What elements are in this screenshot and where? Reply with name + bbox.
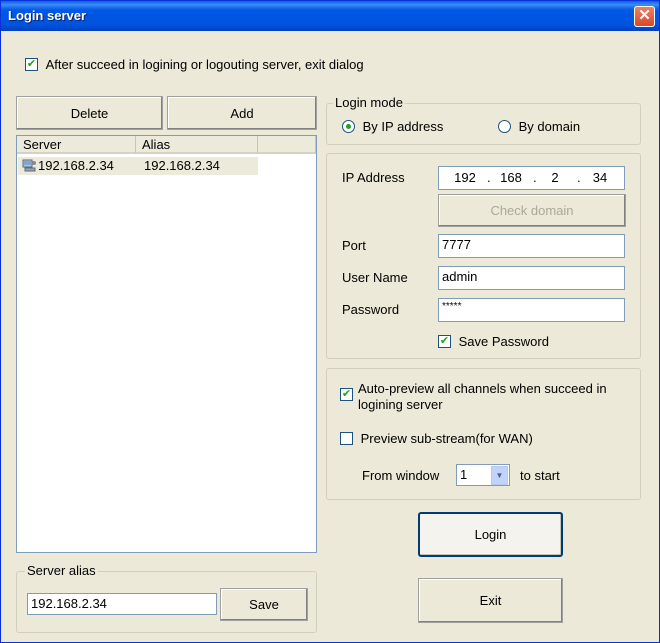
close-icon: ✕ <box>638 7 651 24</box>
port-label: Port <box>342 238 366 253</box>
save-password-check-icon: ✔ <box>438 335 451 349</box>
login-server-dialog: Login server ✕ ✔ After succeed in logini… <box>0 0 660 643</box>
from-window-value: 1 <box>460 467 468 482</box>
username-label: User Name <box>342 270 408 285</box>
to-start-label: to start <box>520 468 560 483</box>
check-domain-button[interactable]: Check domain <box>438 194 626 227</box>
close-button[interactable]: ✕ <box>634 6 655 27</box>
sub-stream-check-box <box>340 432 353 446</box>
from-window-select[interactable]: 1 ▼ <box>456 464 510 486</box>
auto-preview-label-line2: logining server <box>358 397 443 412</box>
radio-unselected-icon <box>498 120 511 134</box>
login-mode-group-label: Login mode <box>333 95 405 110</box>
exit-button[interactable]: Exit <box>418 578 563 623</box>
radio-by-ip-label: By IP address <box>362 119 444 135</box>
auto-preview-check-icon: ✔ <box>340 388 353 401</box>
chevron-down-icon[interactable]: ▼ <box>491 466 508 485</box>
radio-by-domain-label: By domain <box>518 119 581 135</box>
ip-address-field[interactable]: 192 . 168 . 2 . 34 <box>438 166 625 190</box>
table-row[interactable]: 192.168.2.34 192.168.2.34 <box>18 157 258 175</box>
auto-preview-checkbox[interactable]: ✔ Auto-preview all channels when succeed… <box>340 381 630 413</box>
ip-octet-2[interactable]: 168 <box>491 170 531 185</box>
ip-address-label: IP Address <box>342 170 405 185</box>
add-button[interactable]: Add <box>167 96 317 130</box>
column-header-empty <box>258 136 316 154</box>
password-input[interactable]: ***** <box>438 298 625 322</box>
server-alias-input[interactable]: 192.168.2.34 <box>27 593 217 615</box>
title-bar[interactable]: Login server ✕ <box>1 1 659 31</box>
server-alias-group-label: Server alias <box>25 563 98 578</box>
save-password-checkbox[interactable]: ✔ Save Password <box>438 333 549 349</box>
save-alias-button[interactable]: Save <box>220 588 308 621</box>
exit-dialog-checkbox[interactable]: ✔ After succeed in logining or logouting… <box>25 56 364 72</box>
ip-octet-4[interactable]: 34 <box>580 170 620 185</box>
alias-cell: 192.168.2.34 <box>144 158 220 173</box>
radio-selected-icon <box>342 120 355 134</box>
radio-by-domain[interactable]: By domain <box>498 118 580 134</box>
radio-by-ip[interactable]: By IP address <box>342 118 443 134</box>
save-password-label: Save Password <box>458 334 549 350</box>
username-input[interactable]: admin <box>438 266 625 290</box>
sub-stream-checkbox[interactable]: Preview sub-stream(for WAN) <box>340 430 533 446</box>
exit-dialog-check-icon: ✔ <box>25 58 38 72</box>
server-icon <box>21 157 37 178</box>
ip-octet-3[interactable]: 2 <box>535 170 575 185</box>
delete-button[interactable]: Delete <box>16 96 163 130</box>
exit-dialog-label: After succeed in logining or logouting s… <box>45 57 364 73</box>
column-header-alias[interactable]: Alias <box>136 136 258 154</box>
port-input[interactable]: 7777 <box>438 234 625 258</box>
ip-octet-1[interactable]: 192 <box>445 170 485 185</box>
auto-preview-label-line1: Auto-preview all channels when succeed i… <box>358 381 607 396</box>
column-header-server[interactable]: Server <box>17 136 136 154</box>
window-title: Login server <box>8 8 87 23</box>
server-list[interactable]: Server Alias 192.168.2.34 192.168.2.34 <box>16 135 317 553</box>
login-button[interactable]: Login <box>418 512 563 557</box>
sub-stream-label: Preview sub-stream(for WAN) <box>360 431 533 447</box>
server-cell: 192.168.2.34 <box>38 158 114 173</box>
from-window-label: From window <box>362 468 440 483</box>
password-label: Password <box>342 302 400 317</box>
